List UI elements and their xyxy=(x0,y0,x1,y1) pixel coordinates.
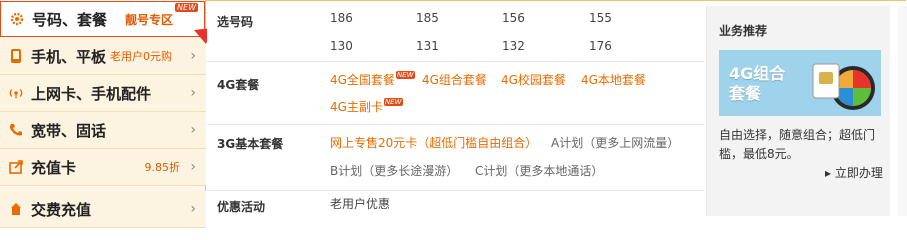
plan-link-plan-a[interactable]: A计划（更多上网流量） xyxy=(551,134,679,151)
sidebar-item-label: 号码、套餐 xyxy=(32,10,108,29)
promo-description: 自由选择，随意组合；超低门槛，最低8元。 xyxy=(719,128,876,161)
plan-link-4g-local[interactable]: 4G本地套餐 xyxy=(581,71,646,88)
sidebar-item-payment[interactable]: 交费充值 › xyxy=(0,191,206,228)
section-title: 4G套餐 xyxy=(217,78,260,92)
payment-icon xyxy=(9,202,23,216)
sidebar-item-phones[interactable]: 手机、平板 老用户0元购 › xyxy=(0,38,206,75)
plan-link-online-20-card[interactable]: 网上专售20元卡（超低门槛自由组合） xyxy=(330,134,537,151)
chevron-right-icon: › xyxy=(190,122,196,138)
number-prefix-link[interactable]: 156 xyxy=(502,11,525,25)
phone-icon xyxy=(9,49,23,63)
section-title: 优惠活动 xyxy=(217,200,266,214)
sidebar-item-label: 交费充值 xyxy=(31,200,92,219)
chevron-right-icon: › xyxy=(190,85,196,101)
plan-link-plan-b[interactable]: B计划（更多长途漫游） xyxy=(330,162,458,179)
promo-banner-text: 4G组合套餐 xyxy=(729,64,786,103)
section-4g-plans: 4G套餐 4G全国套餐 NEW 4G组合套餐 4G校园套餐 4G本地套餐 4G主副… xyxy=(207,62,704,125)
section-3g-plans: 3G基本套餐 网上专售20元卡（超低门槛自由组合） A计划（更多上网流量） B计… xyxy=(207,125,704,191)
section-number-selection: 选号码 186 185 156 155 130 131 132 176 xyxy=(207,0,704,62)
promo-title: 业务推荐 xyxy=(719,24,768,38)
plan-link-4g-primary-secondary[interactable]: 4G主副卡 NEW xyxy=(330,98,403,115)
number-prefix-link[interactable]: 131 xyxy=(416,39,439,53)
sidebar-item-label: 上网卡、手机配件 xyxy=(31,84,152,103)
number-prefix-link[interactable]: 186 xyxy=(330,11,353,25)
sidebar-item-broadband[interactable]: 宽带、固话 › xyxy=(0,112,206,149)
sidebar-item-promo[interactable]: 老用户0元购 xyxy=(110,48,172,64)
sidebar-item-number-plan[interactable]: 号码、套餐 靓号专区 NEW xyxy=(0,1,205,37)
new-badge: NEW xyxy=(175,3,198,12)
chevron-right-icon: › xyxy=(190,201,196,217)
plan-link-4g-national[interactable]: 4G全国套餐 NEW xyxy=(330,71,415,88)
premium-number-zone-link[interactable]: 靓号专区 xyxy=(125,11,173,28)
section-title: 选号码 xyxy=(217,15,254,29)
number-prefix-link[interactable]: 130 xyxy=(330,39,353,53)
recharge-icon xyxy=(9,160,23,174)
plan-link-4g-campus[interactable]: 4G校园套餐 xyxy=(501,71,566,88)
signal-icon xyxy=(9,86,23,100)
new-badge: NEW xyxy=(395,71,415,79)
number-prefix-link[interactable]: 155 xyxy=(589,11,612,25)
gear-icon xyxy=(10,12,24,26)
sidebar-item-discount: 9.85折 xyxy=(144,161,181,174)
handset-icon xyxy=(9,123,23,137)
apply-now-link[interactable]: ▸ 立即办理 xyxy=(825,164,883,181)
sidebar-item-label: 充值卡 xyxy=(31,158,77,177)
sidebar-item-datacards[interactable]: 上网卡、手机配件 › xyxy=(0,75,206,112)
number-prefix-link[interactable]: 132 xyxy=(502,39,525,53)
section-title: 3G基本套餐 xyxy=(217,137,284,151)
section-promotions: 优惠活动 老用户优惠 xyxy=(207,191,704,221)
number-prefix-link[interactable]: 185 xyxy=(416,11,439,25)
number-prefix-link[interactable]: 176 xyxy=(589,39,612,53)
chevron-right-icon: › xyxy=(190,159,196,175)
sidebar-item-label: 宽带、固话 xyxy=(31,121,107,140)
plan-panel: 选号码 186 185 156 155 130 131 132 176 4G套餐… xyxy=(207,0,704,221)
category-sidebar: 号码、套餐 靓号专区 NEW 手机、平板 老用户0元购 › 上网卡、手机配件 ›… xyxy=(0,0,206,228)
plan-link-4g-combo[interactable]: 4G组合套餐 xyxy=(422,71,487,88)
new-badge: NEW xyxy=(383,98,403,106)
recommended-services: 业务推荐 4G组合套餐 自由选择，随意组合；超低门槛，最低8元。 ▸ 立即办理 xyxy=(706,6,890,216)
sim-card-graphic xyxy=(812,63,875,110)
sidebar-item-label: 手机、平板 xyxy=(31,47,107,66)
promo-link-existing-users[interactable]: 老用户优惠 xyxy=(330,195,390,212)
scrollbar[interactable] xyxy=(898,6,907,216)
plan-link-plan-c[interactable]: C计划（更多本地通话） xyxy=(475,162,603,179)
promo-banner[interactable]: 4G组合套餐 xyxy=(719,50,881,116)
sidebar-item-recharge-card[interactable]: 充值卡 9.85折 › xyxy=(0,149,206,186)
